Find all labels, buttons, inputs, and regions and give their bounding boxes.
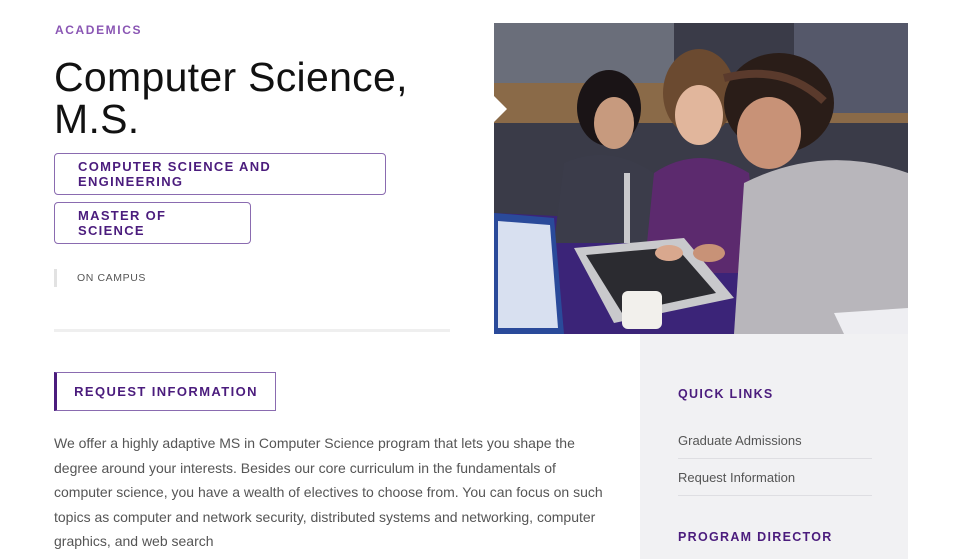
photo-notch-decoration xyxy=(494,96,507,122)
request-information-link[interactable]: Request Information xyxy=(678,459,872,496)
quick-links-heading: QUICK LINKS xyxy=(678,387,774,401)
request-information-button[interactable]: REQUEST INFORMATION xyxy=(54,372,276,411)
students-at-laptops-photo xyxy=(494,23,908,334)
degree-tag-link[interactable]: MASTER OF SCIENCE xyxy=(54,202,251,244)
sidebar: QUICK LINKS Graduate Admissions Request … xyxy=(640,334,908,559)
delivery-mode-label: ON CAMPUS xyxy=(54,269,146,287)
section-eyebrow: ACADEMICS xyxy=(55,23,143,37)
program-director-heading: PROGRAM DIRECTOR xyxy=(678,530,833,544)
header-divider xyxy=(54,329,450,332)
page-title: Computer Science, M.S. xyxy=(54,54,408,142)
graduate-admissions-link[interactable]: Graduate Admissions xyxy=(678,422,872,459)
program-description: We offer a highly adaptive MS in Compute… xyxy=(54,435,603,550)
department-tag-link[interactable]: COMPUTER SCIENCE AND ENGINEERING xyxy=(54,153,386,195)
